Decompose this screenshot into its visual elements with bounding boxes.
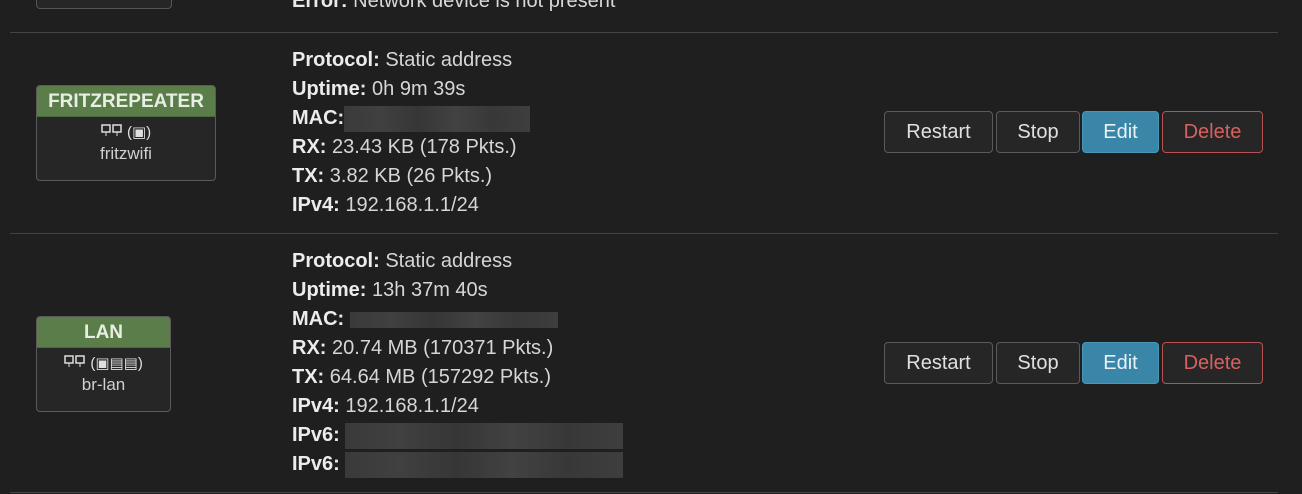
ipv4-label: IPv4: [292, 395, 340, 417]
uptime-value: 13h 37m 40s [372, 279, 488, 301]
restart-button[interactable]: Restart [884, 111, 993, 153]
interface-name: FRITZREPEATER [37, 86, 215, 117]
device-icons-text: (▣) [127, 124, 152, 141]
error-label: Error: [292, 0, 348, 12]
interface-info: Protocol: Static address Uptime: 13h 37m… [292, 247, 624, 479]
protocol-value: Static address [385, 250, 513, 272]
mac-redacted [349, 311, 558, 328]
ipv4-line: IPv4: 192.168.1.1/24 [292, 191, 530, 220]
stop-button[interactable]: Stop [996, 342, 1080, 384]
stop-button[interactable]: Stop [996, 111, 1080, 153]
rx-value: 23.43 KB (178 Pkts.) [332, 136, 517, 158]
rx-label: RX: [292, 337, 327, 359]
uptime-label: Uptime: [292, 78, 367, 100]
mac-redacted [344, 105, 531, 132]
restart-button[interactable]: Restart [884, 342, 993, 384]
bridge-network-icon [64, 351, 86, 377]
delete-button[interactable]: Delete [1162, 111, 1263, 153]
interface-info: Protocol: Static address Uptime: 0h 9m 3… [292, 46, 531, 220]
tx-value: 3.82 KB (26 Pkts.) [329, 165, 493, 187]
ipv6-line: IPv6: [292, 421, 624, 450]
ipv4-value: 192.168.1.1/24 [345, 395, 479, 417]
interface-badge: FRITZREPEATER (▣) fritzwifi [36, 85, 216, 181]
protocol-label: Protocol: [292, 250, 380, 272]
previous-interface-row: Error: Network device is not present [0, 0, 1302, 32]
uptime-value: 0h 9m 39s [372, 78, 466, 100]
edit-button[interactable]: Edit [1082, 111, 1159, 153]
interface-device-name: br-lan [81, 375, 126, 394]
protocol-label: Protocol: [292, 49, 380, 71]
rx-value: 20.74 MB (170371 Pkts.) [332, 337, 554, 359]
protocol-line: Protocol: Static address [292, 247, 623, 276]
interface-device-icons: (▣) [37, 120, 215, 144]
ipv6-label: IPv6: [292, 424, 340, 446]
mac-label: MAC: [292, 107, 345, 129]
uptime-line: Uptime: 13h 37m 40s [292, 276, 623, 305]
mac-line: MAC: [292, 305, 623, 334]
tx-label: TX: [292, 366, 325, 388]
tx-line: TX: 3.82 KB (26 Pkts.) [292, 162, 530, 191]
tx-line: TX: 64.64 MB (157292 Pkts.) [292, 363, 623, 392]
mac-line: MAC: [292, 104, 531, 133]
ipv4-line: IPv4: 192.168.1.1/24 [292, 392, 623, 421]
interface-device-icons: (▣▤▤) [37, 351, 170, 375]
interface-row-fritzrepeater: FRITZREPEATER (▣) fritzwifi Protocol: St… [0, 33, 1302, 233]
error-text: Network device is not present [353, 0, 616, 12]
ipv6-line: IPv6: [292, 450, 624, 479]
previous-interface-badge [36, 0, 172, 9]
ipv4-value: 192.168.1.1/24 [345, 194, 479, 216]
protocol-value: Static address [385, 49, 513, 71]
tx-value: 64.64 MB (157292 Pkts.) [329, 366, 552, 388]
ipv6-redacted [345, 422, 624, 449]
delete-button[interactable]: Delete [1162, 342, 1263, 384]
interface-row-lan: LAN (▣▤▤) br-lan Protocol: Static addres… [0, 234, 1302, 494]
ipv6-redacted [345, 451, 624, 478]
uptime-line: Uptime: 0h 9m 39s [292, 75, 530, 104]
mac-label: MAC: [292, 308, 345, 330]
interface-device-name: fritzwifi [100, 144, 152, 163]
error-line: Error: Network device is not present [292, 0, 615, 11]
edit-button[interactable]: Edit [1082, 342, 1159, 384]
interface-badge: LAN (▣▤▤) br-lan [36, 316, 171, 412]
rx-label: RX: [292, 136, 327, 158]
row-divider [10, 492, 1278, 493]
ipv6-label: IPv6: [292, 453, 340, 475]
rx-line: RX: 23.43 KB (178 Pkts.) [292, 133, 530, 162]
wireless-network-icon [101, 120, 123, 146]
ipv4-label: IPv4: [292, 194, 340, 216]
rx-line: RX: 20.74 MB (170371 Pkts.) [292, 334, 623, 363]
protocol-line: Protocol: Static address [292, 46, 530, 75]
device-icons-text: (▣▤▤) [90, 355, 143, 372]
uptime-label: Uptime: [292, 279, 367, 301]
interface-name: LAN [37, 317, 170, 348]
tx-label: TX: [292, 165, 325, 187]
